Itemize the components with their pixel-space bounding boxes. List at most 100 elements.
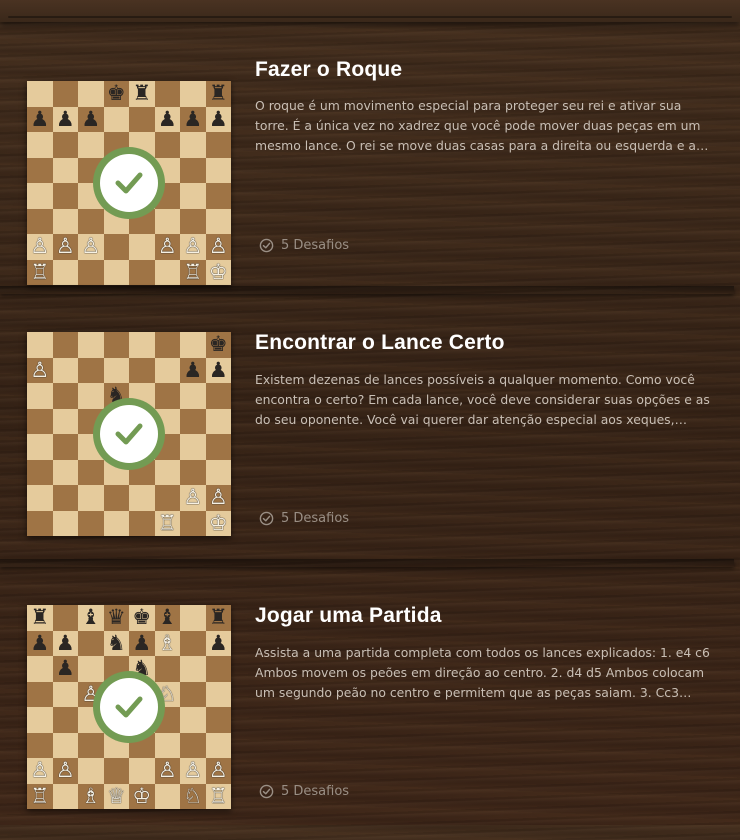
board-square <box>52 383 78 409</box>
white-piece: ♙ <box>55 758 75 783</box>
board-square <box>154 357 180 383</box>
board-square <box>205 732 231 758</box>
board-square: ♟ <box>52 630 78 656</box>
board-square <box>180 434 206 460</box>
white-piece: ♖ <box>183 259 203 284</box>
lesson-description: Existem dezenas de lances possíveis a qu… <box>255 372 710 427</box>
board-square <box>154 485 180 511</box>
board-square <box>180 332 206 358</box>
board-square <box>180 81 206 107</box>
check-icon <box>115 696 143 718</box>
board-square <box>52 408 78 434</box>
board-square: ♙ <box>52 234 78 260</box>
board-square <box>103 485 129 511</box>
black-piece: ♜ <box>30 605 50 630</box>
board-square <box>27 208 53 234</box>
board-square: ♚ <box>129 605 155 631</box>
lesson-card-play-game[interactable]: ♜ ♝ ♛ ♚ ♝ ♜ ♟ ♟ ♞ ♟ ♗ ♟ ♟ ♞ ♙ ♘ ♙ ♙ ♙ ♙ ♙ ♖ ♗ ♕ ♔ ♘ ♖ Jogar uma Pa… <box>0 568 734 840</box>
white-piece: ♕ <box>106 783 126 808</box>
lesson-challenges: 5 Desafios <box>259 784 349 799</box>
lesson-title[interactable]: Jogar uma Partida <box>255 604 442 628</box>
board-square <box>103 259 129 285</box>
board-square <box>78 630 104 656</box>
lesson-card-castling[interactable]: ♚ ♜ ♜ ♟ ♟ ♟ ♟ ♟ ♟ ♙ ♙ ♙ ♙ ♙ ♙ ♖ ♖ ♔ Fazer o Roque O roque… <box>0 22 734 294</box>
white-piece: ♙ <box>208 485 228 510</box>
board-square <box>205 434 231 460</box>
board-square <box>103 234 129 260</box>
board-square <box>180 681 206 707</box>
board-square <box>205 132 231 158</box>
board-square: ♙ <box>180 758 206 784</box>
board-square: ♔ <box>205 510 231 536</box>
board-square <box>154 783 180 809</box>
lesson-board-thumbnail[interactable]: ♚ ♜ ♜ ♟ ♟ ♟ ♟ ♟ ♟ ♙ ♙ ♙ ♙ ♙ ♙ ♖ ♖ ♔ <box>27 81 231 285</box>
board-square <box>103 758 129 784</box>
lesson-board-thumbnail[interactable]: ♜ ♝ ♛ ♚ ♝ ♜ ♟ ♟ ♞ ♟ ♗ ♟ ♟ ♞ ♙ ♘ ♙ ♙ ♙ ♙ ♙ ♖ ♗ ♕ ♔ ♘ ♖ <box>27 605 231 809</box>
board-square <box>129 332 155 358</box>
board-square <box>180 459 206 485</box>
board-square: ♟ <box>78 106 104 132</box>
board-square: ♟ <box>52 106 78 132</box>
board-square <box>27 332 53 358</box>
board-square <box>78 758 104 784</box>
white-piece: ♙ <box>208 234 228 259</box>
lesson-card-right-move[interactable]: ♚ ♙ ♟ ♟ ♞ ♙ ♙ ♖ ♔ Encontrar o Lance Certo Existe… <box>0 295 734 567</box>
board-square <box>154 132 180 158</box>
white-piece: ♙ <box>183 758 203 783</box>
board-square <box>27 408 53 434</box>
black-piece: ♚ <box>132 605 152 630</box>
board-square: ♗ <box>78 783 104 809</box>
board-square <box>27 81 53 107</box>
completed-badge <box>93 671 165 743</box>
challenges-count: 5 Desafios <box>281 784 350 799</box>
board-square <box>27 656 53 682</box>
white-piece: ♗ <box>81 783 101 808</box>
board-square: ♟ <box>180 357 206 383</box>
board-square: ♟ <box>180 106 206 132</box>
board-square: ♙ <box>154 234 180 260</box>
completed-badge <box>93 147 165 219</box>
lesson-challenges: 5 Desafios <box>259 511 349 526</box>
lesson-description: Assista a uma partida completa com todos… <box>255 645 710 700</box>
board-square <box>52 434 78 460</box>
board-square <box>154 81 180 107</box>
board-square: ♙ <box>27 357 53 383</box>
black-piece: ♟ <box>208 357 228 382</box>
lesson-board-thumbnail[interactable]: ♚ ♙ ♟ ♟ ♞ ♙ ♙ ♖ ♔ <box>27 332 231 536</box>
board-square: ♗ <box>154 630 180 656</box>
board-square <box>52 681 78 707</box>
board-square <box>27 183 53 209</box>
board-square <box>52 81 78 107</box>
board-square <box>154 332 180 358</box>
black-piece: ♟ <box>157 106 177 131</box>
check-circle-icon <box>259 511 274 526</box>
section-divider <box>0 286 734 294</box>
board-square: ♝ <box>154 605 180 631</box>
board-square: ♙ <box>205 485 231 511</box>
black-piece: ♟ <box>183 106 203 131</box>
lesson-title[interactable]: Fazer o Roque <box>255 58 402 82</box>
board-square <box>205 157 231 183</box>
board-square <box>78 732 104 758</box>
board-square: ♙ <box>205 234 231 260</box>
board-square <box>180 408 206 434</box>
board-square <box>78 332 104 358</box>
board-square <box>180 132 206 158</box>
board-square <box>154 383 180 409</box>
board-square <box>78 485 104 511</box>
board-square <box>180 605 206 631</box>
board-square <box>205 459 231 485</box>
board-square <box>52 357 78 383</box>
board-square: ♟ <box>205 630 231 656</box>
white-piece: ♙ <box>30 357 50 382</box>
board-square <box>154 259 180 285</box>
black-piece: ♜ <box>208 605 228 630</box>
board-square: ♙ <box>180 485 206 511</box>
board-square: ♙ <box>180 234 206 260</box>
board-square <box>154 208 180 234</box>
board-square: ♘ <box>180 783 206 809</box>
lesson-title[interactable]: Encontrar o Lance Certo <box>255 331 505 355</box>
board-square <box>78 208 104 234</box>
board-square <box>205 656 231 682</box>
white-piece: ♙ <box>183 485 203 510</box>
